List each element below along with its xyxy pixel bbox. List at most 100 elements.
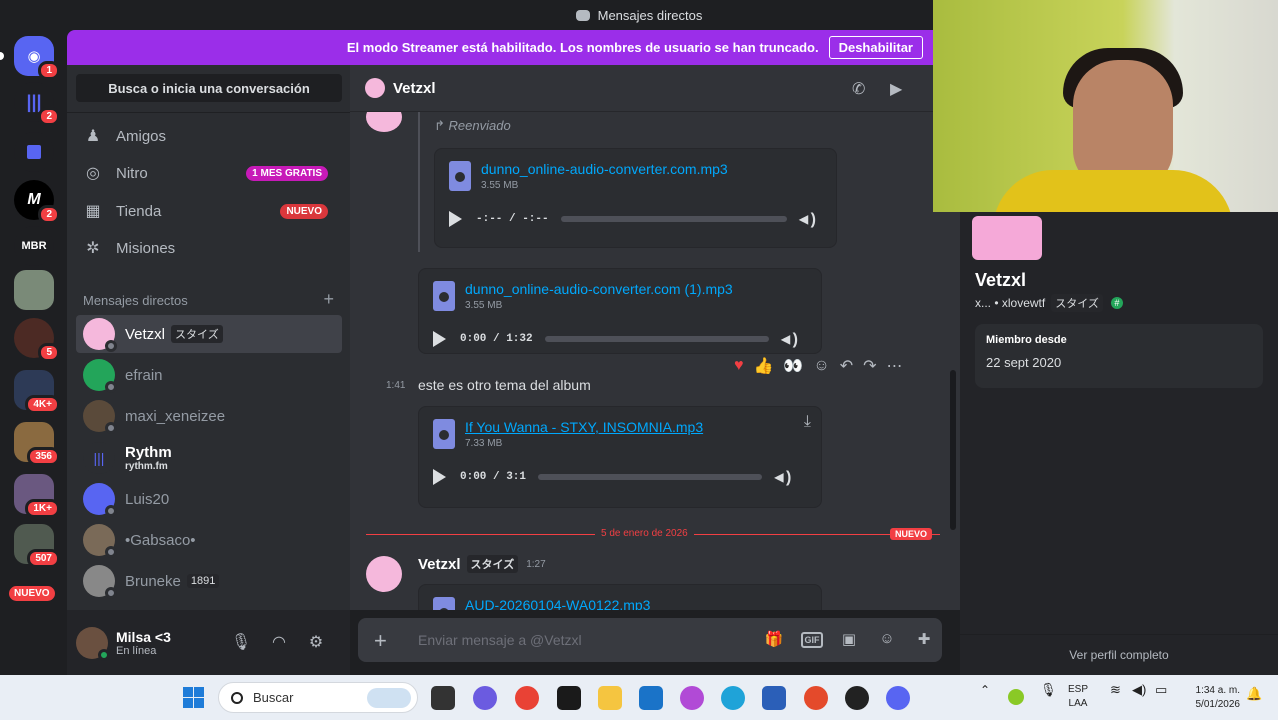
profile-avatar[interactable] <box>972 216 1042 260</box>
file-size: 3.55 MB <box>465 300 503 311</box>
battery-icon[interactable]: ▭ <box>1155 683 1167 697</box>
taskbar-search[interactable]: Buscar <box>218 682 418 713</box>
voice-call-icon[interactable]: ✆ <box>852 79 872 98</box>
apps-icon[interactable]: ✚ <box>913 630 935 650</box>
speaker-icon[interactable]: ◀) <box>1132 683 1146 697</box>
forward-icon[interactable]: ↷ <box>863 356 876 376</box>
taskview-icon[interactable] <box>431 686 455 710</box>
emoji-icon[interactable]: ☺ <box>876 630 898 650</box>
gif-icon[interactable]: GIF <box>801 632 823 648</box>
server-photo[interactable] <box>14 270 54 310</box>
file-link[interactable]: AUD-20260104-WA0122.mp3 <box>465 597 650 610</box>
conversation-search[interactable]: Busca o inicia una conversación <box>76 74 342 102</box>
status-dot <box>105 505 117 517</box>
file-size: 3.55 MB <box>481 180 519 191</box>
nav-shop[interactable]: ▦ Tienda NUEVO <box>76 193 342 229</box>
audio-progress[interactable] <box>560 216 787 222</box>
microphone-tray-icon[interactable]: 🎙 <box>1040 683 1057 697</box>
headphones-icon[interactable]: ◠ <box>269 632 289 652</box>
chrome-profile-icon[interactable] <box>804 686 828 710</box>
server-mbr[interactable]: MBR <box>14 226 54 266</box>
author-name[interactable]: Vetzxl <box>418 556 461 573</box>
chat-header: Vetzxl ✆ ▶ <box>350 65 933 112</box>
user-avatar[interactable] <box>76 626 110 661</box>
chrome-icon[interactable] <box>515 686 539 710</box>
teams-icon[interactable] <box>473 686 497 710</box>
server-folder-3[interactable]: 1K+ <box>14 474 60 518</box>
home-button[interactable]: ◉ 1 <box>14 36 60 80</box>
tray-app-icon[interactable] <box>1008 689 1024 705</box>
server-folder-1[interactable]: 4K+ <box>14 370 60 414</box>
play-icon[interactable] <box>433 469 446 485</box>
message-time: 1:41 <box>386 380 406 391</box>
dm-item-vetzxl[interactable]: Vetzxl スタイズ <box>76 315 342 353</box>
edge-icon[interactable] <box>721 686 745 710</box>
taskbar-clock[interactable]: 1:34 a. m. 5/01/2026 <box>1178 684 1241 712</box>
server-m[interactable]: M 2 <box>14 180 60 224</box>
server-audio[interactable]: ||| 2 <box>14 82 60 126</box>
play-icon[interactable] <box>433 331 446 347</box>
clan-tag: スタイズ <box>1051 294 1103 312</box>
copilot-icon[interactable] <box>680 686 704 710</box>
wifi-icon[interactable]: ≋ <box>1110 683 1121 697</box>
reaction-eyes-icon[interactable]: 👀 <box>783 356 803 376</box>
sticker-icon[interactable]: ▣ <box>838 630 860 650</box>
dm-item-gabsaco[interactable]: •Gabsaco• <box>76 521 342 559</box>
obs-icon[interactable] <box>845 686 869 710</box>
nav-nitro[interactable]: ◎ Nitro 1 MES GRATIS <box>76 155 342 191</box>
video-call-icon[interactable]: ▶ <box>890 79 910 98</box>
gift-icon[interactable]: 🎁 <box>763 630 785 650</box>
volume-icon[interactable]: ◀) <box>799 209 818 229</box>
nav-quests[interactable]: ✲ Misiones <box>76 230 342 266</box>
audio-progress[interactable] <box>544 336 769 342</box>
download-icon[interactable]: ⤓ <box>804 413 811 431</box>
volume-icon[interactable]: ◀) <box>774 467 793 487</box>
settings-gear-icon[interactable]: ⚙ <box>306 632 326 652</box>
word-icon[interactable] <box>762 686 786 710</box>
nav-friends[interactable]: ♟ Amigos <box>76 118 342 154</box>
audio-progress[interactable] <box>538 474 763 480</box>
file-explorer-icon[interactable] <box>598 686 622 710</box>
dm-item-rythm[interactable]: ||| Rythm rythm.fm <box>76 439 342 477</box>
dm-item-maxi[interactable]: maxi_xeneizee <box>76 397 342 435</box>
disable-streamer-button[interactable]: Deshabilitar <box>828 36 923 59</box>
profile-handle-text: x... • xlovewtf <box>975 296 1046 310</box>
server-folder-2[interactable]: 356 <box>14 422 60 466</box>
file-info: AUD-20260104-WA0122.mp3 <box>433 597 650 610</box>
chevron-up-icon[interactable]: ⌃ <box>980 683 990 697</box>
reaction-heart-icon[interactable]: ♥ <box>734 357 744 375</box>
reaction-thumbs-icon[interactable]: 👍 <box>754 356 774 376</box>
new-servers-badge[interactable]: NUEVO <box>9 586 55 601</box>
create-dm-icon[interactable]: + <box>323 290 334 308</box>
more-icon[interactable]: ⋯ <box>887 356 903 376</box>
dm-item-luis20[interactable]: Luis20 <box>76 480 342 518</box>
discord-taskbar-icon[interactable] <box>886 686 910 710</box>
store-icon[interactable] <box>639 686 663 710</box>
server-red[interactable]: 5 <box>14 318 60 362</box>
microphone-icon[interactable]: 🎙 <box>231 632 251 652</box>
message-composer[interactable]: + Enviar mensaje a @Vetzxl 🎁 GIF ▣ ☺ ✚ <box>358 618 942 662</box>
window-title: Mensajes directos <box>597 7 703 23</box>
chat-scrollbar[interactable] <box>950 370 956 530</box>
file-link[interactable]: If You Wanna - STXY, INSOMNIA.mp3 <box>465 419 703 435</box>
attach-plus-icon[interactable]: + <box>374 628 387 654</box>
view-full-profile-link[interactable]: Ver perfil completo <box>960 634 1278 675</box>
dm-item-bruneke[interactable]: Bruneke 1891 <box>76 562 342 600</box>
server-folder-4[interactable]: 507 <box>14 524 60 568</box>
play-icon[interactable] <box>449 211 462 227</box>
dm-item-efrain[interactable]: efrain <box>76 356 342 394</box>
add-reaction-icon[interactable]: ☺ <box>813 357 829 375</box>
forward-bar <box>418 112 420 252</box>
status-dot <box>98 648 110 661</box>
language-indicator[interactable]: ESP LAA <box>1068 683 1088 711</box>
forwarded-text: Reenviado <box>448 118 511 133</box>
windows-start-icon[interactable] <box>183 687 204 708</box>
app-icon[interactable] <box>557 686 581 710</box>
file-link[interactable]: dunno_online-audio-converter.com (1).mp3 <box>465 281 733 297</box>
volume-icon[interactable]: ◀) <box>781 329 800 349</box>
file-link[interactable]: dunno_online-audio-converter.com.mp3 <box>481 161 728 177</box>
notification-bell-icon[interactable]: 🔔 <box>1246 687 1262 701</box>
reply-icon[interactable]: ↶ <box>840 356 853 376</box>
discord-logo-icon: ◉ <box>27 48 41 65</box>
folder-button[interactable] <box>14 132 54 172</box>
